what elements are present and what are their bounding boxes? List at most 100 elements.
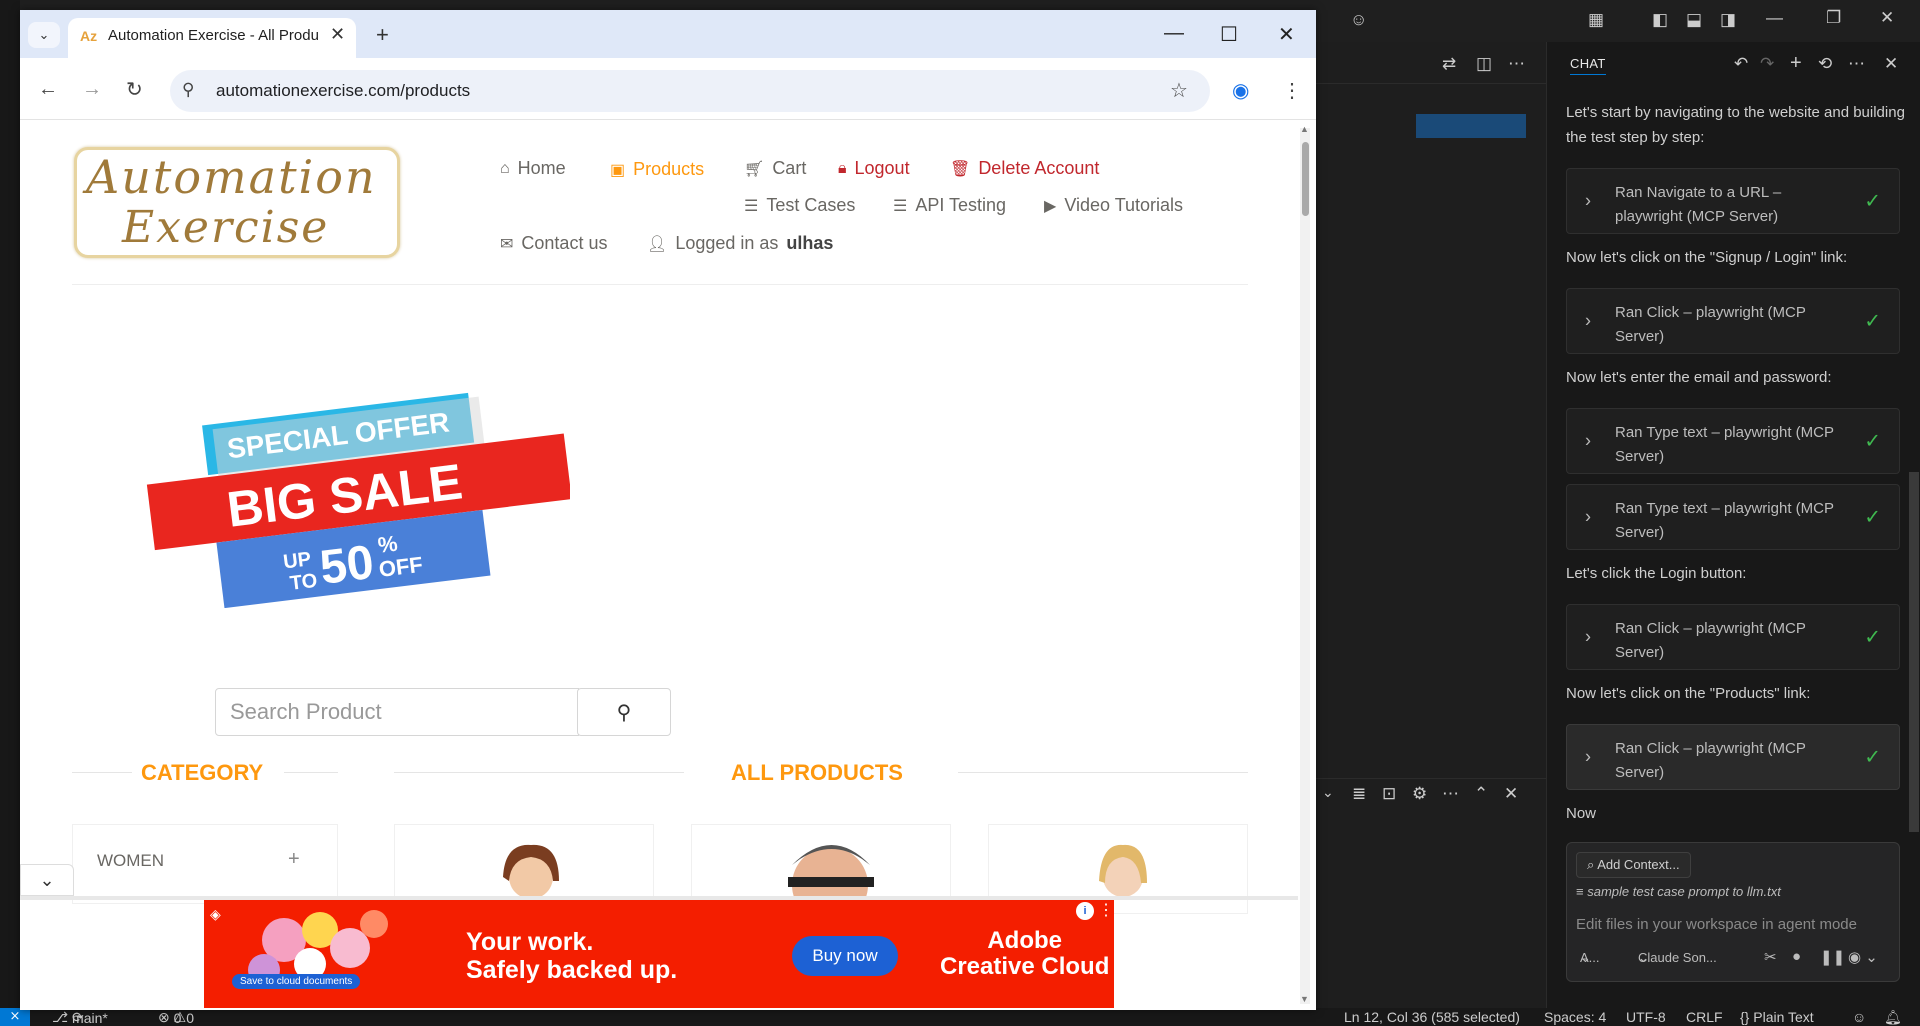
ad-info-icon[interactable]: i <box>1076 902 1094 920</box>
maximize-panel-icon[interactable]: ⌃ <box>1474 784 1488 804</box>
collapse-ad-button[interactable]: ⌄ <box>20 864 74 896</box>
copilot-icon[interactable]: ☺ <box>1350 10 1367 30</box>
microphone-icon[interactable]: ● <box>1792 948 1801 965</box>
page-scrollbar[interactable] <box>1300 128 1310 1004</box>
indentation[interactable]: Spaces: 4 <box>1544 1009 1606 1025</box>
more-icon[interactable]: ⋯ <box>1442 784 1459 804</box>
banner-to: TO <box>289 570 319 595</box>
profile-icon[interactable]: ◉ <box>1232 78 1249 103</box>
word-wrap-icon[interactable]: ≣ <box>1352 784 1366 804</box>
back-icon[interactable]: ← <box>38 78 58 101</box>
search-placeholder[interactable]: Search Product <box>230 699 382 725</box>
remote-indicator-icon[interactable]: ⨯ <box>0 1008 30 1026</box>
ad-brand-line1: Adobe <box>987 927 1063 954</box>
compare-icon[interactable]: ⇄ <box>1442 54 1456 74</box>
ad-menu-icon[interactable]: ⋮ <box>1098 900 1114 920</box>
encoding[interactable]: UTF-8 <box>1626 1009 1666 1025</box>
nav-products[interactable]: ▣ Products <box>610 159 704 180</box>
branch-indicator[interactable]: ⎇ main* ⟳ <box>52 1009 108 1026</box>
ad-buy-now-button[interactable]: Buy now <box>792 936 898 976</box>
chat-message-now: Now <box>1566 805 1597 822</box>
chevron-right-icon: › <box>1585 626 1591 647</box>
more-actions-icon[interactable]: ⋯ <box>1508 54 1525 74</box>
copilot-status-icon[interactable]: ☺ <box>1852 1009 1866 1025</box>
nav-test-cases-label: Test Cases <box>766 195 856 215</box>
nav-cart[interactable]: 🛒︎ Cart <box>744 158 806 179</box>
ad-badge-icon: ◈ <box>210 906 221 922</box>
close-button[interactable]: ✕ <box>1278 22 1295 47</box>
lock-icon[interactable]: ⊡ <box>1382 784 1396 804</box>
tab-search-button[interactable]: ⌄ <box>28 22 60 48</box>
pause-icon[interactable]: ❚❚ <box>1820 948 1845 966</box>
mode-picker[interactable]: A... ⌄ <box>1580 950 1600 966</box>
chat-input-placeholder[interactable]: Edit files in your workspace in agent mo… <box>1576 916 1857 933</box>
chat-message-email: Now let's enter the email and password: <box>1566 369 1832 386</box>
new-chat-icon[interactable]: + <box>1790 52 1802 75</box>
chat-title[interactable]: CHAT <box>1570 56 1606 75</box>
language-mode[interactable]: {} Plain Text <box>1740 1009 1814 1025</box>
nav-home[interactable]: ⌂ Home <box>500 158 566 179</box>
tool-call-card[interactable]: › Ran Click – playwright (MCP Server) ✓ <box>1566 604 1900 670</box>
toggle-panel-icon[interactable]: ⬓ <box>1686 10 1702 30</box>
nav-test-cases[interactable]: ☰ Test Cases <box>744 195 855 216</box>
add-context-button[interactable]: ⌕ Add Context... <box>1576 852 1691 878</box>
customize-layout-icon[interactable]: ▦ <box>1588 10 1604 30</box>
category-women[interactable]: WOMEN <box>97 851 164 871</box>
maximize-button[interactable]: ☐ <box>1220 22 1238 47</box>
search-button[interactable]: ⚲ <box>577 688 671 736</box>
site-info-icon[interactable]: ⚲ <box>182 80 194 100</box>
tool-call-card[interactable]: › Ran Navigate to a URL – playwright (MC… <box>1566 168 1900 234</box>
chat-message-products: Now let's click on the "Products" link: <box>1566 685 1811 702</box>
line-ending[interactable]: CRLF <box>1686 1009 1723 1025</box>
vscode-restore-icon[interactable]: ❐ <box>1826 8 1841 28</box>
chat-close-icon[interactable]: ✕ <box>1884 54 1898 74</box>
problems-indicator[interactable]: ⊗ 0 ⚠ 0 <box>158 1009 194 1026</box>
chat-more-icon[interactable]: ⋯ <box>1848 54 1865 74</box>
tab-title: Automation Exercise - All Produ <box>108 27 318 44</box>
url-text[interactable]: automationexercise.com/products <box>216 81 470 101</box>
check-icon: ✓ <box>1864 430 1881 453</box>
toggle-secondary-sidebar-icon[interactable]: ◨ <box>1720 10 1736 30</box>
tool-call-card[interactable]: › Ran Type text – playwright (MCP Server… <box>1566 484 1900 550</box>
chevron-right-icon: › <box>1585 430 1591 451</box>
tab-close-icon[interactable]: ✕ <box>330 24 345 45</box>
new-tab-button[interactable]: + <box>376 22 389 48</box>
tool-call-card[interactable]: › Ran Type text – playwright (MCP Server… <box>1566 408 1900 474</box>
model-picker[interactable]: Claude Son... ⌄ <box>1638 950 1717 966</box>
gear-icon[interactable]: ⚙ <box>1412 784 1427 804</box>
notifications-icon[interactable]: 🔔︎ <box>1884 1009 1902 1026</box>
cursor-position[interactable]: Ln 12, Col 36 (585 selected) <box>1344 1009 1520 1025</box>
undo-icon[interactable]: ↶ <box>1734 54 1748 74</box>
nav-logout[interactable]: 🔒︎ Logout <box>838 158 910 179</box>
tool-call-label: Ran Click – playwright (MCP Server) <box>1615 620 1806 661</box>
chat-scrollbar[interactable] <box>1909 472 1919 832</box>
nav-video-tutorials[interactable]: ▶ Video Tutorials <box>1044 195 1183 216</box>
divider-line <box>72 772 132 773</box>
send-icon[interactable]: ◉ ⌄ <box>1848 948 1878 966</box>
scroll-down-icon[interactable]: ▼ <box>1300 994 1309 1004</box>
forward-icon[interactable]: → <box>82 78 102 101</box>
page-scrollbar-thumb[interactable] <box>1302 142 1309 216</box>
nav-api-testing[interactable]: ☰ API Testing <box>893 195 1006 216</box>
reload-icon[interactable]: ↻ <box>126 77 143 102</box>
browser-menu-icon[interactable]: ⋮ <box>1282 78 1302 103</box>
history-icon[interactable]: ⟲ <box>1818 54 1832 74</box>
split-editor-icon[interactable]: ◫ <box>1476 54 1492 74</box>
nav-contact-us[interactable]: ✉ Contact us <box>500 233 607 254</box>
vscode-close-icon[interactable]: ✕ <box>1880 8 1894 28</box>
chevron-down-icon[interactable]: ⌄ <box>1322 784 1334 801</box>
scroll-up-icon[interactable]: ▲ <box>1300 124 1309 134</box>
close-panel-icon[interactable]: ✕ <box>1504 784 1518 804</box>
nav-delete-account[interactable]: 🗑︎ Delete Account <box>950 158 1099 179</box>
vscode-minimize-icon[interactable]: — <box>1766 8 1783 28</box>
tool-call-card[interactable]: › Ran Click – playwright (MCP Server) ✓ <box>1566 724 1900 790</box>
toggle-sidebar-icon[interactable]: ◧ <box>1652 10 1668 30</box>
attached-file-chip[interactable]: ≡ sample test case prompt to llm.txt <box>1576 882 1781 902</box>
envelope-icon: ✉ <box>500 235 514 253</box>
expand-category-icon[interactable]: + <box>288 848 300 871</box>
minimize-button[interactable]: — <box>1164 22 1184 45</box>
tool-call-card[interactable]: › Ran Click – playwright (MCP Server) ✓ <box>1566 288 1900 354</box>
bookmark-star-icon[interactable]: ☆ <box>1170 78 1188 103</box>
tools-icon[interactable]: ✂ <box>1764 948 1777 966</box>
redo-icon[interactable]: ↷ <box>1760 54 1774 74</box>
